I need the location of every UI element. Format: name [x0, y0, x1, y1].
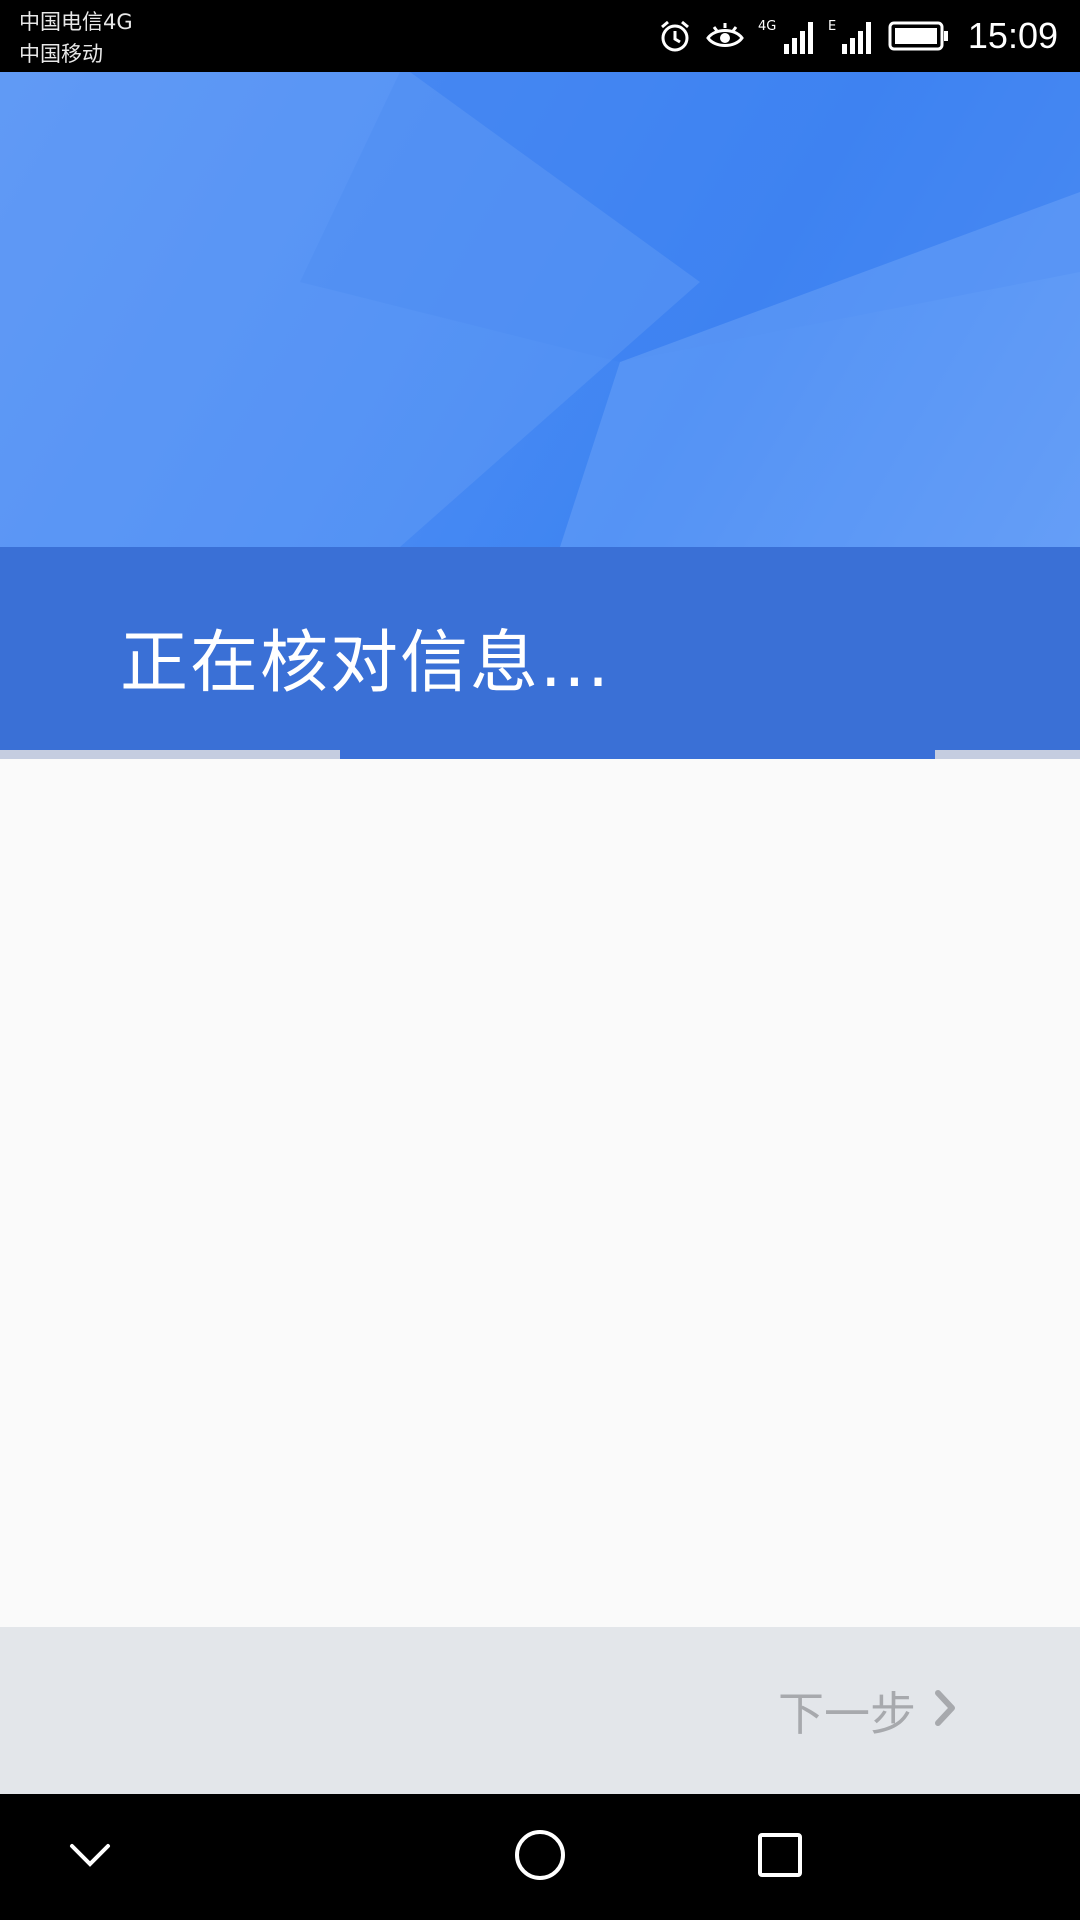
status-icons: 4G E 15:09: [658, 0, 1058, 72]
action-bar: 下一步: [0, 1627, 1080, 1794]
svg-text:E: E: [828, 19, 836, 34]
progress-indicator: [340, 750, 935, 759]
page-title: 正在核对信息...: [120, 624, 611, 703]
title-band: 正在核对信息...: [0, 547, 1080, 750]
next-button-label: 下一步: [778, 1686, 916, 1741]
content-area: [0, 759, 1080, 1627]
chevron-right-icon: [934, 1684, 958, 1738]
carrier-info: 中国电信4G 中国移动: [19, 6, 133, 70]
eye-comfort-icon: [706, 21, 744, 51]
carrier-primary: 中国电信4G: [19, 10, 133, 34]
home-circle-icon: [513, 1828, 567, 1886]
progress-bar: [0, 750, 1080, 759]
hero-background-shapes: [0, 72, 1080, 547]
signal-4g-icon: 4G: [758, 16, 814, 56]
recents-square-icon: [756, 1831, 804, 1883]
battery-icon: [888, 21, 950, 51]
back-chevron-icon: [68, 1840, 112, 1874]
signal-e-icon: E: [828, 16, 874, 56]
navigation-bar: [0, 1794, 1080, 1920]
status-bar: 中国电信4G 中国移动 4G E 15:09: [0, 0, 1080, 72]
clock: 15:09: [967, 15, 1058, 56]
hero-banner: [0, 72, 1080, 547]
recents-button[interactable]: [720, 1794, 840, 1920]
next-button[interactable]: 下一步: [778, 1627, 958, 1794]
svg-text:4G: 4G: [758, 19, 776, 34]
carrier-secondary: 中国移动: [19, 42, 103, 66]
back-button[interactable]: [30, 1794, 150, 1920]
alarm-icon: [658, 19, 692, 53]
home-button[interactable]: [480, 1794, 600, 1920]
